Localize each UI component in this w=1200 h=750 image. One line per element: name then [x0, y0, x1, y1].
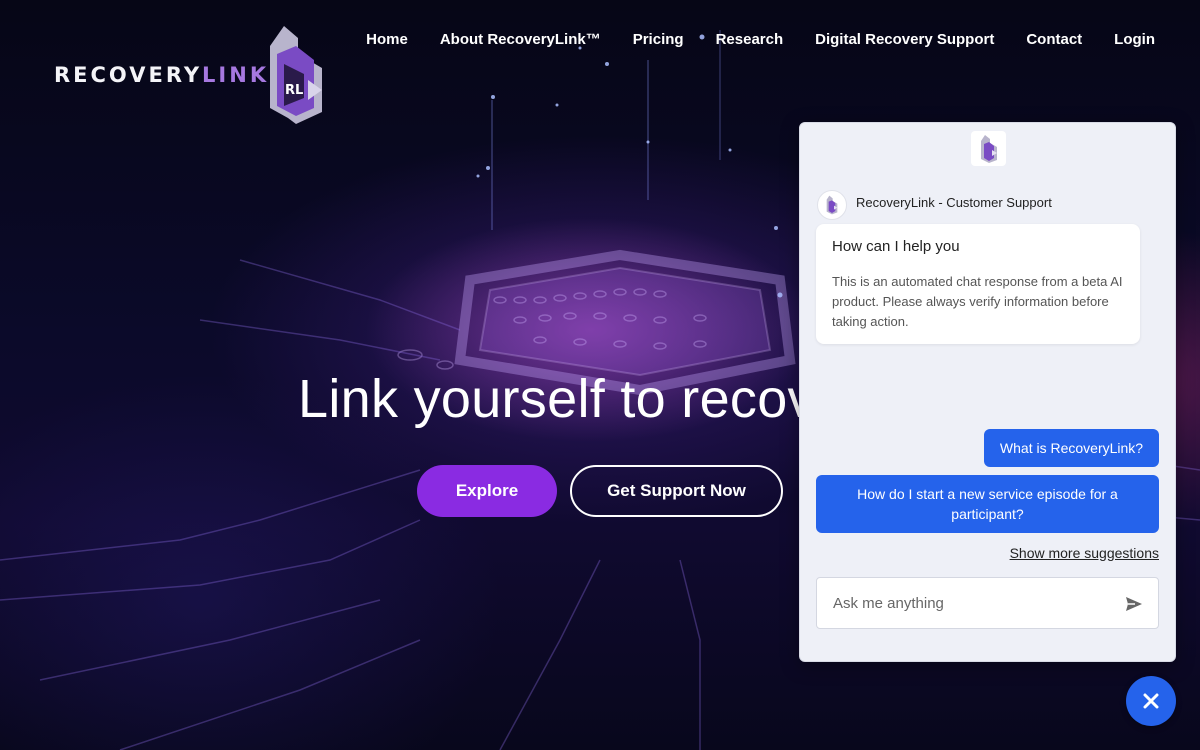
nav-about[interactable]: About RecoveryLink™ — [440, 31, 601, 48]
agent-name: RecoveryLink - Customer Support — [856, 195, 1052, 210]
rl-logo-icon — [826, 195, 838, 215]
logo-wordmark: RECOVERYLINK — [54, 63, 270, 87]
hero-title: Link yourself to recov — [298, 369, 815, 429]
agent-avatar — [817, 190, 847, 220]
svg-text:RL: RL — [285, 83, 303, 98]
nav-contact[interactable]: Contact — [1026, 31, 1082, 48]
chat-input-container — [816, 577, 1159, 629]
main-nav: Home About RecoveryLink™ Pricing Researc… — [366, 31, 1155, 48]
nav-pricing[interactable]: Pricing — [633, 31, 684, 48]
bot-message: How can I help you This is an automated … — [816, 224, 1140, 344]
bot-greeting: How can I help you — [832, 238, 960, 255]
explore-button[interactable]: Explore — [417, 465, 557, 517]
rl-logo-icon — [980, 134, 997, 163]
nav-digital-recovery-support[interactable]: Digital Recovery Support — [815, 31, 994, 48]
nav-login[interactable]: Login — [1114, 31, 1155, 48]
suggestion-what-is-recoverylink[interactable]: What is RecoveryLink? — [984, 429, 1159, 467]
nav-home[interactable]: Home — [366, 31, 408, 48]
get-support-button[interactable]: Get Support Now — [570, 465, 783, 517]
chat-header-logo — [971, 131, 1006, 166]
show-more-suggestions-link[interactable]: Show more suggestions — [1010, 545, 1159, 561]
close-chat-button[interactable] — [1126, 676, 1176, 726]
chat-input[interactable] — [817, 578, 1107, 628]
chat-widget: RecoveryLink - Customer Support How can … — [799, 122, 1176, 662]
close-icon — [1143, 693, 1159, 709]
site-logo[interactable]: RECOVERYLINK RL — [54, 24, 322, 126]
send-icon[interactable] — [1124, 594, 1144, 614]
suggestion-start-service-episode[interactable]: How do I start a new service episode for… — [816, 475, 1159, 533]
rl-logo-mark: RL — [270, 26, 322, 124]
bot-disclaimer: This is an automated chat response from … — [832, 274, 1123, 329]
nav-research[interactable]: Research — [716, 31, 784, 48]
